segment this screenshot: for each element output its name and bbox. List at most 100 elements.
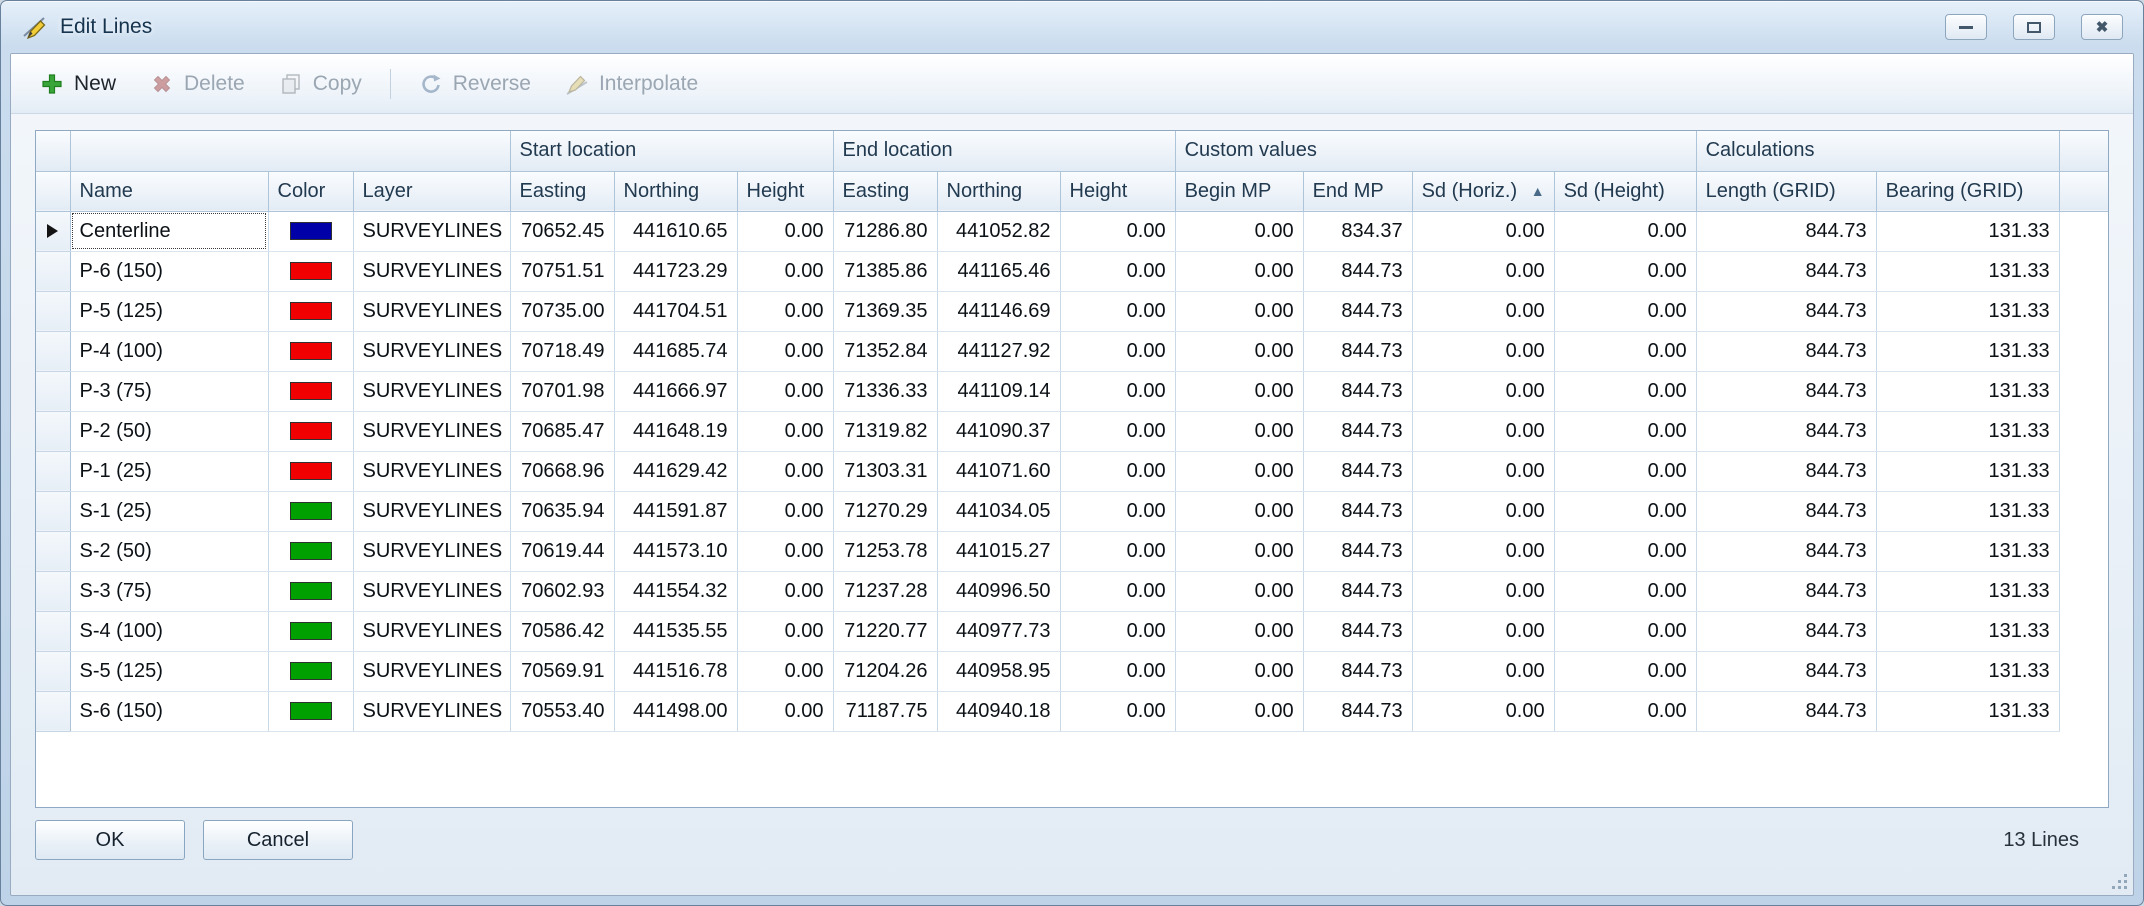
- value-cell[interactable]: 0.00: [1554, 331, 1696, 371]
- layer-cell[interactable]: SURVEYLINES: [353, 291, 510, 331]
- row-indicator[interactable]: [36, 691, 70, 731]
- value-cell[interactable]: 844.73: [1696, 291, 1876, 331]
- value-cell[interactable]: 441535.55: [614, 611, 737, 651]
- layer-cell[interactable]: SURVEYLINES: [353, 691, 510, 731]
- row-indicator[interactable]: [36, 491, 70, 531]
- value-cell[interactable]: 844.73: [1303, 491, 1412, 531]
- value-cell[interactable]: 0.00: [1412, 571, 1554, 611]
- value-cell[interactable]: 441723.29: [614, 251, 737, 291]
- value-cell[interactable]: 844.73: [1303, 611, 1412, 651]
- value-cell[interactable]: 441610.65: [614, 211, 737, 251]
- value-cell[interactable]: 441090.37: [937, 411, 1060, 451]
- color-cell[interactable]: [268, 611, 353, 651]
- name-cell[interactable]: P-1 (25): [70, 451, 268, 491]
- value-cell[interactable]: 844.73: [1696, 451, 1876, 491]
- value-cell[interactable]: 0.00: [1060, 451, 1175, 491]
- value-cell[interactable]: 0.00: [737, 531, 833, 571]
- value-cell[interactable]: 0.00: [1554, 291, 1696, 331]
- value-cell[interactable]: 844.73: [1303, 691, 1412, 731]
- value-cell[interactable]: 0.00: [1412, 651, 1554, 691]
- value-cell[interactable]: 441648.19: [614, 411, 737, 451]
- value-cell[interactable]: 70635.94: [510, 491, 614, 531]
- group-end-location[interactable]: End location: [833, 131, 1175, 171]
- value-cell[interactable]: 131.33: [1876, 331, 2059, 371]
- value-cell[interactable]: 70701.98: [510, 371, 614, 411]
- layer-cell[interactable]: SURVEYLINES: [353, 651, 510, 691]
- value-cell[interactable]: 844.73: [1696, 571, 1876, 611]
- value-cell[interactable]: 70685.47: [510, 411, 614, 451]
- value-cell[interactable]: 0.00: [1060, 411, 1175, 451]
- value-cell[interactable]: 844.73: [1303, 331, 1412, 371]
- column-header-layer[interactable]: Layer: [353, 171, 510, 211]
- color-cell[interactable]: [268, 571, 353, 611]
- value-cell[interactable]: 71220.77: [833, 611, 937, 651]
- row-indicator[interactable]: [36, 371, 70, 411]
- table-row[interactable]: S-6 (150)SURVEYLINES70553.40441498.000.0…: [36, 691, 2108, 731]
- value-cell[interactable]: 0.00: [1060, 211, 1175, 251]
- layer-cell[interactable]: SURVEYLINES: [353, 331, 510, 371]
- value-cell[interactable]: 441052.82: [937, 211, 1060, 251]
- color-cell[interactable]: [268, 251, 353, 291]
- value-cell[interactable]: 441109.14: [937, 371, 1060, 411]
- value-cell[interactable]: 441704.51: [614, 291, 737, 331]
- value-cell[interactable]: 844.73: [1303, 531, 1412, 571]
- value-cell[interactable]: 0.00: [737, 571, 833, 611]
- value-cell[interactable]: 844.73: [1696, 211, 1876, 251]
- color-cell[interactable]: [268, 211, 353, 251]
- layer-cell[interactable]: SURVEYLINES: [353, 571, 510, 611]
- value-cell[interactable]: 70586.42: [510, 611, 614, 651]
- value-cell[interactable]: 0.00: [1175, 211, 1303, 251]
- value-cell[interactable]: 0.00: [1554, 651, 1696, 691]
- group-calculations[interactable]: Calculations: [1696, 131, 2059, 171]
- value-cell[interactable]: 0.00: [1412, 491, 1554, 531]
- color-cell[interactable]: [268, 491, 353, 531]
- table-row[interactable]: CenterlineSURVEYLINES70652.45441610.650.…: [36, 211, 2108, 251]
- layer-cell[interactable]: SURVEYLINES: [353, 211, 510, 251]
- row-indicator[interactable]: [36, 651, 70, 691]
- value-cell[interactable]: 0.00: [1412, 211, 1554, 251]
- column-header-end-northing[interactable]: Northing: [937, 171, 1060, 211]
- name-cell[interactable]: S-5 (125): [70, 651, 268, 691]
- value-cell[interactable]: 0.00: [1060, 251, 1175, 291]
- color-cell[interactable]: [268, 371, 353, 411]
- value-cell[interactable]: 844.73: [1696, 251, 1876, 291]
- value-cell[interactable]: 131.33: [1876, 451, 2059, 491]
- layer-cell[interactable]: SURVEYLINES: [353, 611, 510, 651]
- name-cell[interactable]: S-3 (75): [70, 571, 268, 611]
- table-row[interactable]: S-4 (100)SURVEYLINES70586.42441535.550.0…: [36, 611, 2108, 651]
- column-header-color[interactable]: Color: [268, 171, 353, 211]
- column-header-name[interactable]: Name: [70, 171, 268, 211]
- value-cell[interactable]: 0.00: [737, 291, 833, 331]
- resize-grip[interactable]: [2111, 873, 2127, 889]
- value-cell[interactable]: 0.00: [1060, 571, 1175, 611]
- value-cell[interactable]: 441015.27: [937, 531, 1060, 571]
- value-cell[interactable]: 0.00: [737, 251, 833, 291]
- column-header-end-easting[interactable]: Easting: [833, 171, 937, 211]
- value-cell[interactable]: 0.00: [1060, 331, 1175, 371]
- color-cell[interactable]: [268, 411, 353, 451]
- row-indicator[interactable]: [36, 251, 70, 291]
- value-cell[interactable]: 0.00: [1412, 331, 1554, 371]
- cancel-button[interactable]: Cancel: [203, 820, 353, 860]
- value-cell[interactable]: 0.00: [1175, 571, 1303, 611]
- value-cell[interactable]: 70668.96: [510, 451, 614, 491]
- layer-cell[interactable]: SURVEYLINES: [353, 531, 510, 571]
- name-cell[interactable]: S-6 (150): [70, 691, 268, 731]
- column-header-start-northing[interactable]: Northing: [614, 171, 737, 211]
- layer-cell[interactable]: SURVEYLINES: [353, 371, 510, 411]
- value-cell[interactable]: 0.00: [1060, 371, 1175, 411]
- value-cell[interactable]: 441498.00: [614, 691, 737, 731]
- value-cell[interactable]: 834.37: [1303, 211, 1412, 251]
- value-cell[interactable]: 844.73: [1696, 531, 1876, 571]
- value-cell[interactable]: 844.73: [1696, 331, 1876, 371]
- row-indicator[interactable]: [36, 611, 70, 651]
- value-cell[interactable]: 70553.40: [510, 691, 614, 731]
- value-cell[interactable]: 0.00: [737, 611, 833, 651]
- color-cell[interactable]: [268, 651, 353, 691]
- titlebar[interactable]: Edit Lines ✖: [1, 1, 2143, 53]
- value-cell[interactable]: 71385.86: [833, 251, 937, 291]
- value-cell[interactable]: 441685.74: [614, 331, 737, 371]
- new-button[interactable]: New: [25, 64, 131, 104]
- value-cell[interactable]: 441554.32: [614, 571, 737, 611]
- value-cell[interactable]: 844.73: [1303, 371, 1412, 411]
